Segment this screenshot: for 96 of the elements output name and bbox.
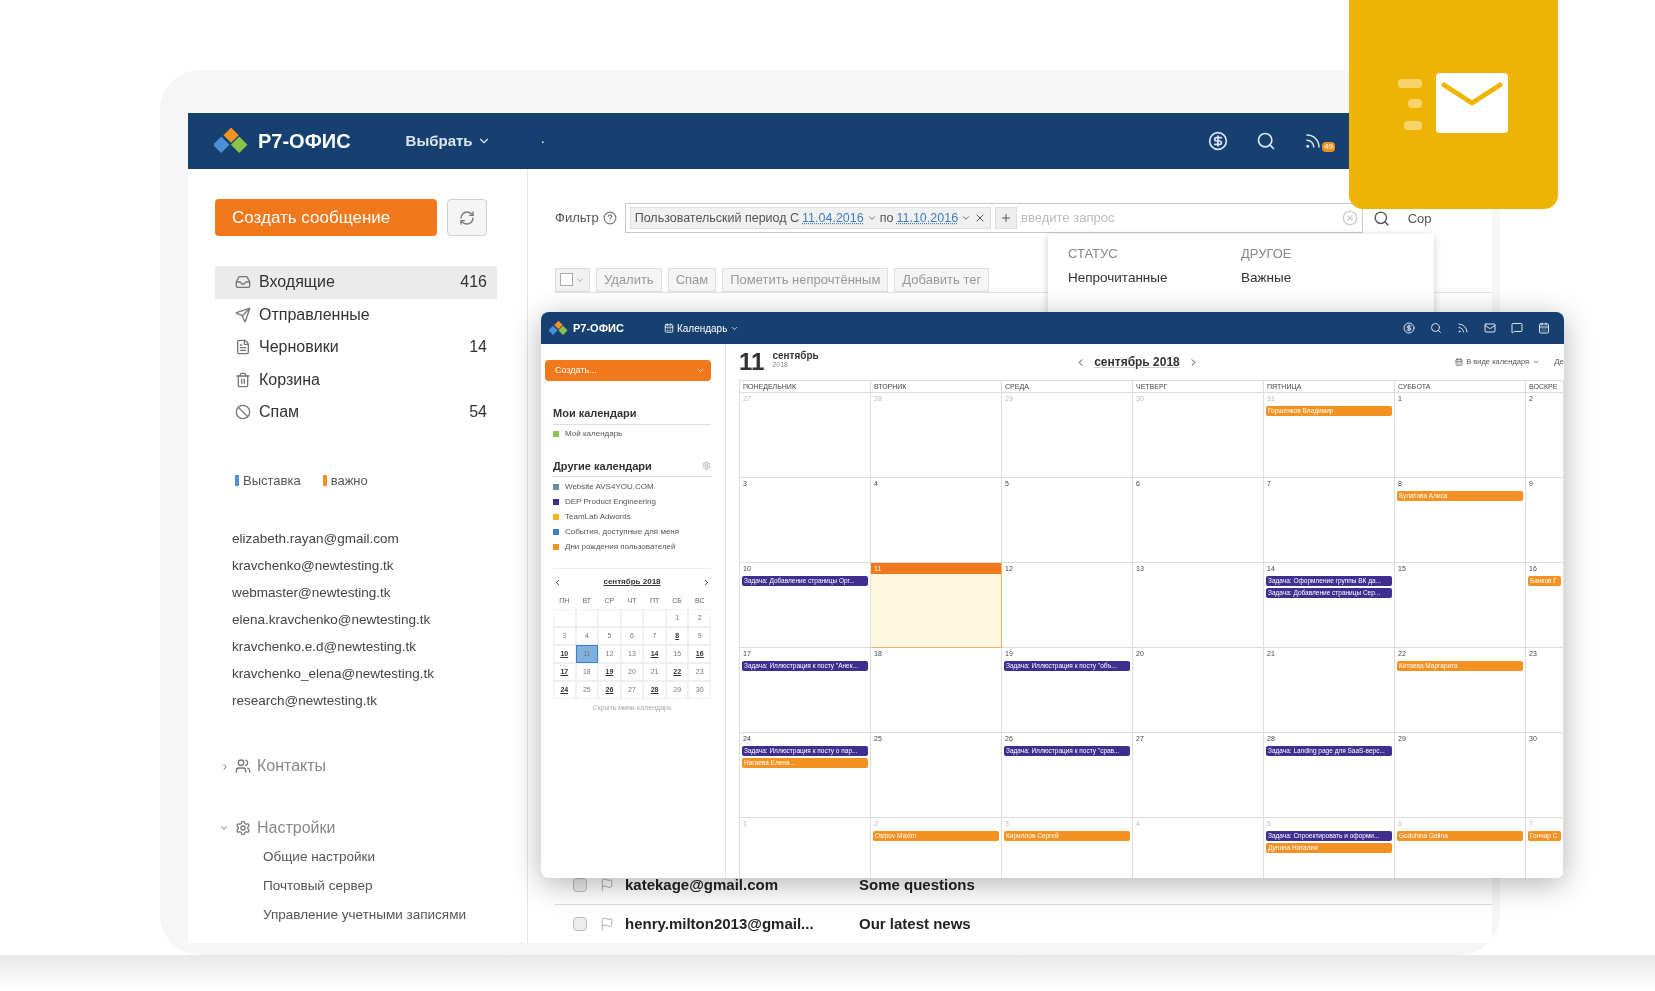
- search-icon[interactable]: [1372, 209, 1390, 227]
- account-link[interactable]: kravchenko.e.d@newtesting.tk: [232, 634, 497, 661]
- search-icon[interactable]: [1256, 131, 1276, 151]
- account-link[interactable]: webmaster@newtesting.tk: [232, 580, 497, 607]
- period-label: Пользовательский период С: [634, 209, 800, 227]
- module-menu[interactable]: Выбрать: [405, 129, 491, 153]
- header-dot: ·: [540, 131, 546, 151]
- filter-field[interactable]: Пользовательский период С 11.04.2016 по 11.10.2016 введите запрос: [624, 203, 1363, 233]
- calendar-name[interactable]: DEP Product Engineering: [565, 495, 657, 508]
- send-icon: [235, 306, 251, 323]
- calendar-icon[interactable]: [1538, 322, 1550, 334]
- calendar-icon: [1455, 358, 1464, 366]
- period-label: по: [879, 209, 894, 227]
- caret-icon: [866, 213, 877, 223]
- message-checkbox[interactable]: [573, 878, 587, 892]
- chat-icon[interactable]: [1511, 322, 1523, 334]
- refresh-icon: [459, 209, 475, 226]
- inbox-icon: [235, 274, 251, 291]
- calendar-name[interactable]: Дни рождения пользователей: [565, 540, 676, 553]
- search-input[interactable]: введите запрос: [1021, 208, 1338, 228]
- tag-label[interactable]: Выставка: [243, 470, 301, 490]
- dollar-icon[interactable]: [1403, 322, 1415, 334]
- folder-item[interactable]: Корзина: [215, 363, 497, 396]
- mini-calendar-title[interactable]: сентябрь 2018: [603, 576, 661, 588]
- trash-icon: [235, 371, 251, 388]
- logo-icon: [549, 320, 569, 336]
- filter-label: Фильтр: [555, 209, 599, 228]
- refresh-button[interactable]: [447, 199, 487, 236]
- document-icon: [235, 339, 251, 356]
- account-link[interactable]: research@newtesting.tk: [232, 688, 497, 715]
- current-day: 11: [739, 344, 765, 380]
- dollar-icon[interactable]: [1208, 131, 1228, 151]
- folder-label: Отправленные: [259, 304, 370, 325]
- current-month: сентябрь: [772, 350, 819, 361]
- section-label[interactable]: Контакты: [257, 754, 327, 778]
- message-subject: Our latest news: [859, 913, 971, 934]
- calendar-name[interactable]: Website AVS4YOU.COM: [565, 480, 654, 493]
- settings-icon: [235, 820, 251, 836]
- feed-icon[interactable]: [1304, 132, 1322, 150]
- logo-icon: [214, 127, 250, 155]
- calendar-name[interactable]: TeamLab Adwords: [565, 510, 631, 523]
- next-icon[interactable]: [702, 577, 711, 587]
- settings-link[interactable]: Почтовый сервер: [215, 872, 497, 901]
- message-sender: henry.milton2013@gmail...: [625, 913, 815, 934]
- caret-icon: [696, 366, 705, 375]
- notification-badge: 49: [1322, 142, 1335, 152]
- plus-icon: [1000, 212, 1013, 224]
- folder-count: 14: [469, 337, 487, 358]
- previous-icon[interactable]: [553, 577, 562, 587]
- dropdown-heading: СТАТУС: [1068, 245, 1119, 263]
- folder-label: Черновики: [259, 337, 339, 358]
- ban-icon: [235, 404, 251, 421]
- add-filter-button[interactable]: [995, 207, 1018, 229]
- help-icon[interactable]: [602, 211, 617, 225]
- date-link[interactable]: 11.04.2016: [802, 208, 864, 228]
- caret-icon: [1532, 358, 1541, 366]
- settings-link[interactable]: Управление учетными записями: [215, 901, 497, 930]
- folder-label: Спам: [259, 402, 300, 423]
- account-link[interactable]: kravchenko_elena@newtesting.tk: [232, 661, 497, 688]
- calendar-name[interactable]: События, доступные для меня: [565, 525, 680, 538]
- select-all-checkbox[interactable]: [555, 267, 590, 292]
- calendar-name[interactable]: Мой календарь: [565, 428, 623, 440]
- section-title: Мои календари: [553, 405, 711, 425]
- folder-label: Корзина: [259, 369, 320, 390]
- settings-link[interactable]: Общие настройки: [215, 843, 497, 872]
- folder-item[interactable]: Входящие 416: [215, 266, 497, 299]
- folder-item[interactable]: Спам 54: [215, 396, 497, 429]
- dropdown-item[interactable]: Непрочитанные: [1068, 264, 1241, 292]
- account-link[interactable]: kravchenko@newtesting.tk: [232, 553, 497, 580]
- contacts-icon: [235, 758, 251, 774]
- feed-icon[interactable]: [1457, 322, 1469, 334]
- calendar-icon: [663, 323, 674, 333]
- message-checkbox[interactable]: [573, 917, 587, 931]
- module-menu[interactable]: Календарь: [663, 320, 740, 336]
- section-label[interactable]: Настройки: [257, 816, 336, 840]
- month-title[interactable]: сентябрь 2018: [1094, 353, 1180, 371]
- folder-item[interactable]: Отправленные: [215, 298, 497, 331]
- date-link[interactable]: 11.10.2016: [896, 208, 959, 228]
- mail-icon[interactable]: [1484, 322, 1496, 334]
- account-link[interactable]: elizabeth.rayan@gmail.com: [232, 526, 497, 553]
- app-logo-text: Р7-ОФИС: [258, 129, 351, 154]
- folder-count: 416: [460, 272, 487, 293]
- tag-label[interactable]: важно: [330, 470, 368, 490]
- dropdown-item[interactable]: Важные: [1241, 264, 1414, 292]
- section-title: Другие календари: [553, 458, 652, 474]
- search-icon[interactable]: [1430, 322, 1442, 334]
- folder-count: 54: [469, 402, 487, 423]
- flag-icon[interactable]: [600, 878, 614, 892]
- view-tab[interactable]: Де: [1554, 356, 1564, 368]
- folder-item[interactable]: Черновики 14: [215, 331, 497, 364]
- app-logo-text: Р7-ОФИС: [573, 320, 624, 336]
- folder-label: Входящие: [259, 272, 335, 293]
- sort-label[interactable]: Сор: [1407, 211, 1432, 225]
- dropdown-heading: ДРУГОЕ: [1241, 245, 1293, 263]
- caret-icon: [961, 213, 972, 223]
- account-link[interactable]: elena.kravchenko@newtesting.tk: [232, 607, 497, 634]
